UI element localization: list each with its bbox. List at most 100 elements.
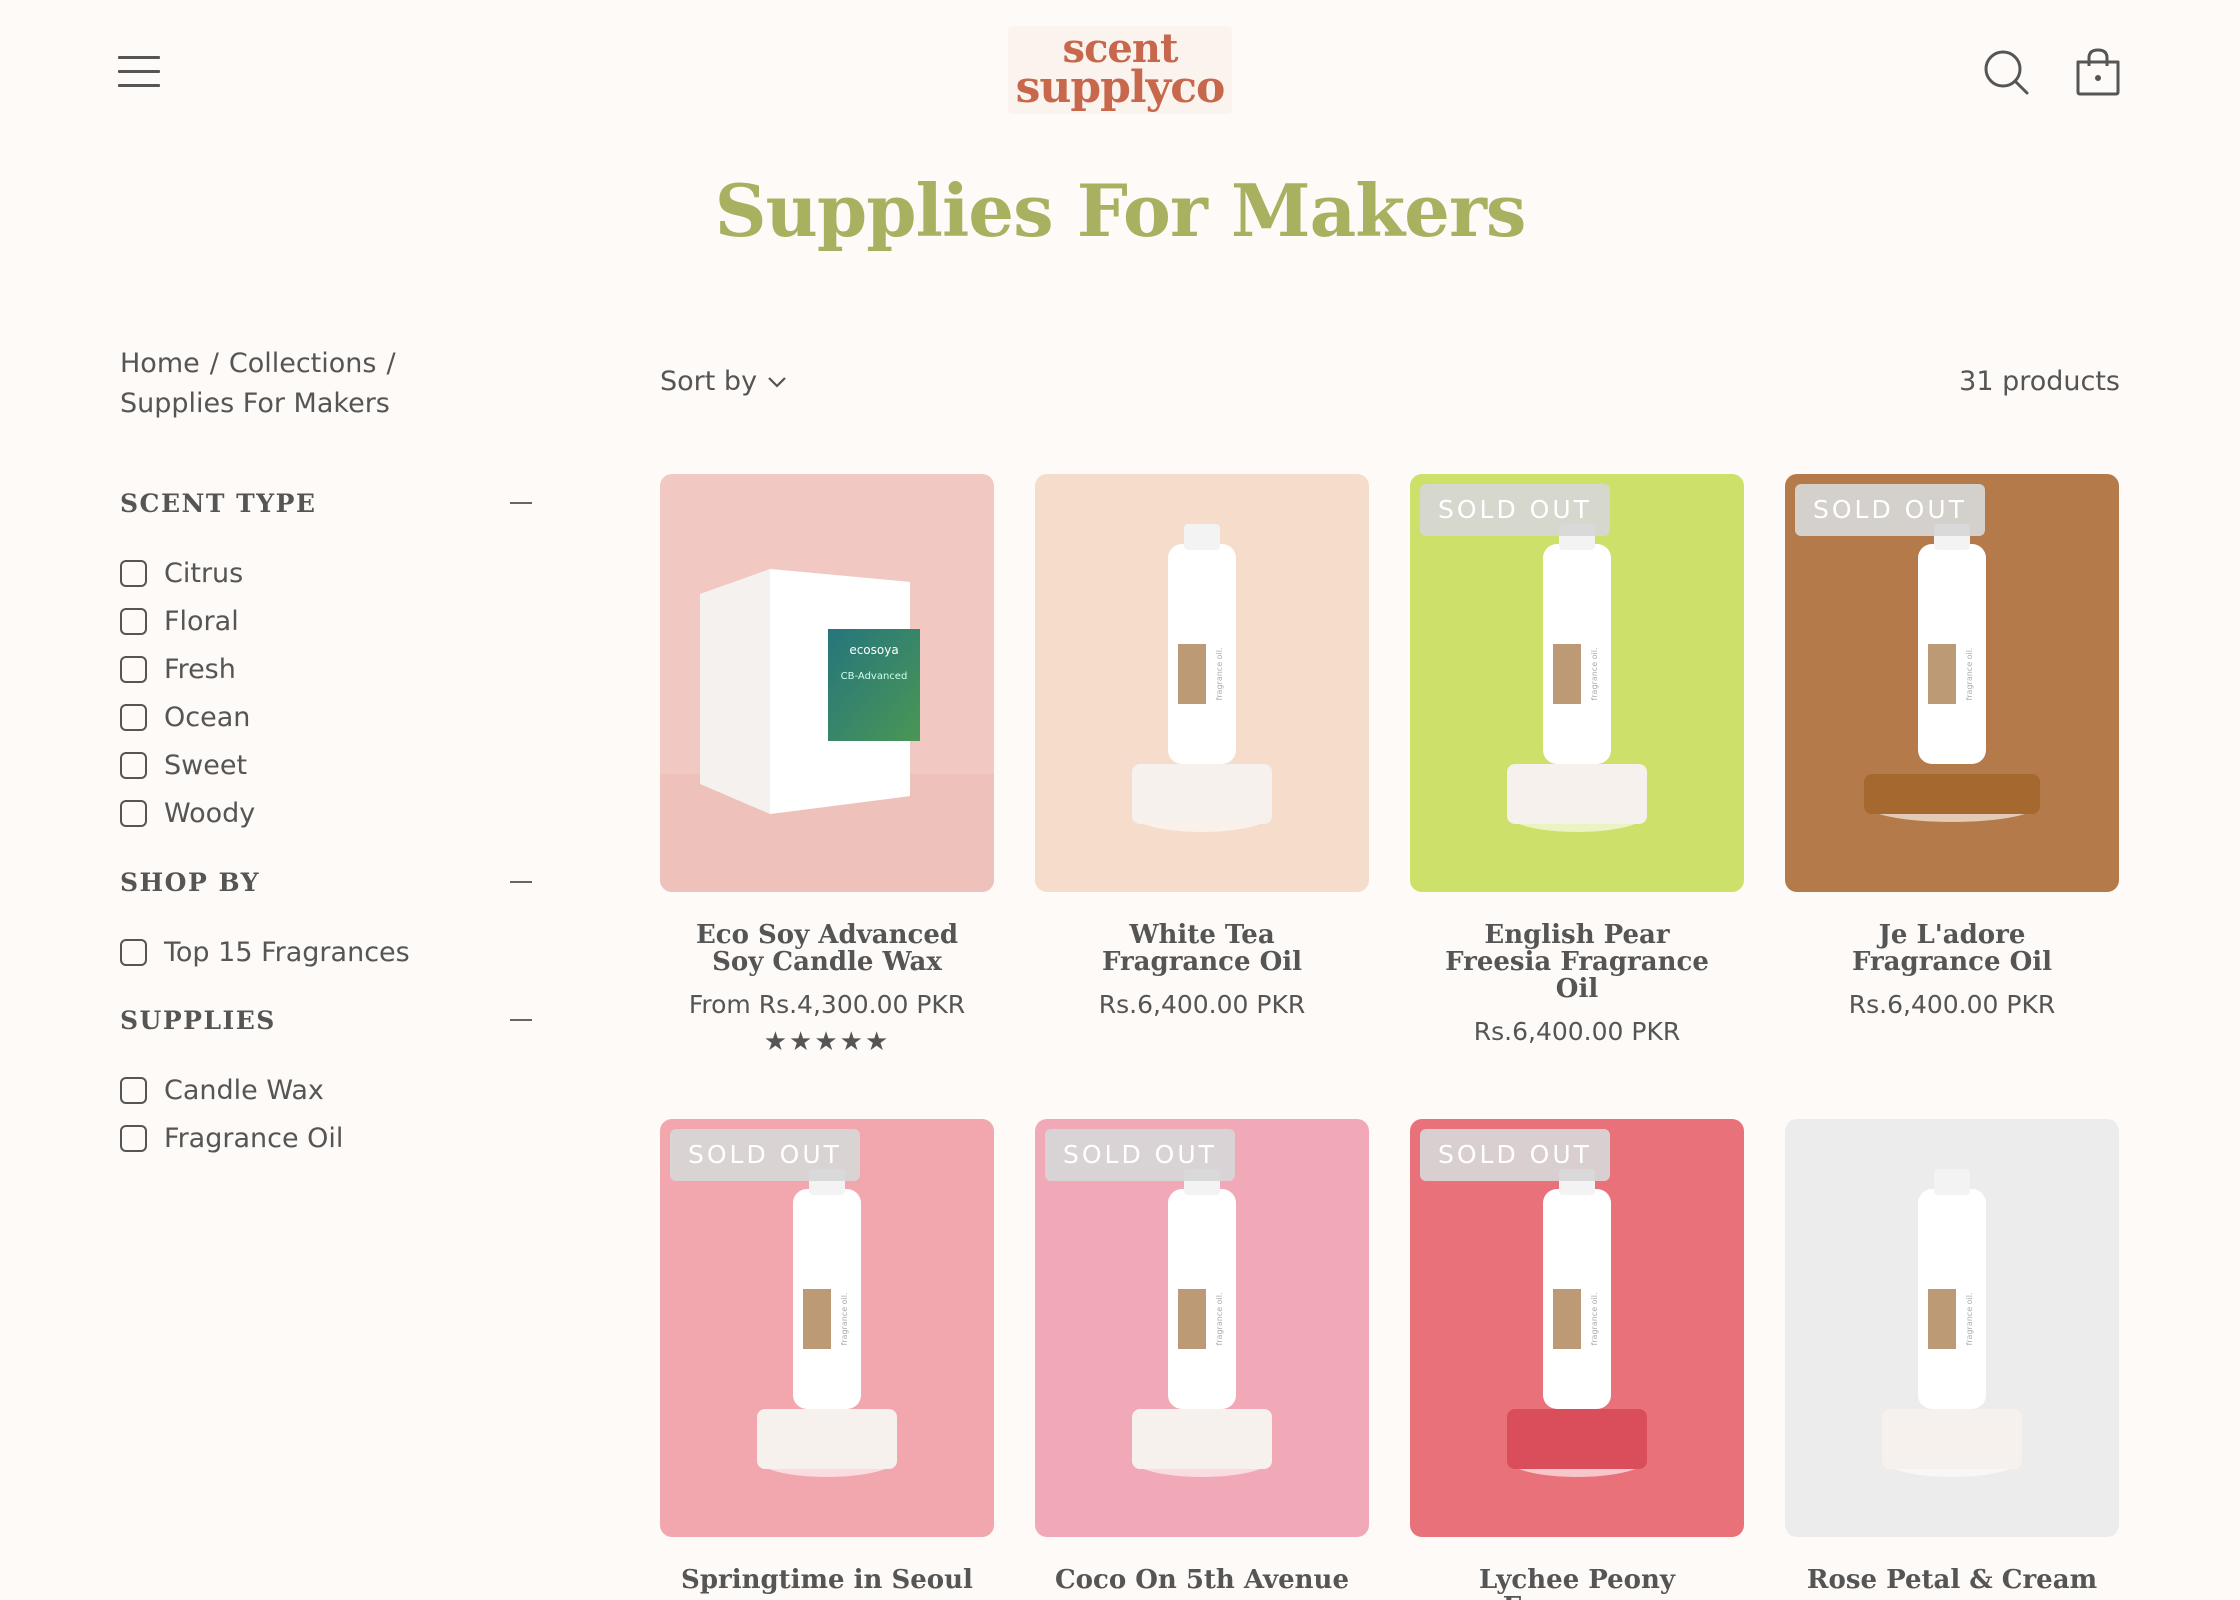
filter-option-fragrance-oil[interactable]: Fragrance Oil <box>120 1114 532 1162</box>
filter-option-candle-wax[interactable]: Candle Wax <box>120 1066 532 1114</box>
product-image-wrap[interactable]: ecosoya CB-Advanced <box>660 474 994 892</box>
checkbox-icon[interactable] <box>120 655 147 683</box>
product-image: fragrance oil. <box>1785 1119 2119 1537</box>
hamburger-menu-icon[interactable] <box>118 54 162 88</box>
chevron-down-icon <box>768 376 786 388</box>
sold-out-badge: SOLD OUT <box>670 1129 860 1181</box>
filter-option-citrus[interactable]: Citrus <box>120 549 532 597</box>
product-price: Rs.6,400.00 PKR <box>1098 990 1306 1019</box>
svg-text:fragrance oil.: fragrance oil. <box>1215 1292 1224 1345</box>
filter-toggle-shop-by[interactable]: SHOP BY <box>120 862 532 902</box>
sold-out-badge: SOLD OUT <box>1045 1129 1235 1181</box>
product-card[interactable]: fragrance oil. SOLD OUT Springtime in Seou… <box>660 1119 994 1594</box>
sold-out-badge: SOLD OUT <box>1420 1129 1610 1181</box>
product-image-wrap[interactable]: fragrance oil. SOLD OUT <box>1035 1119 1369 1537</box>
product-title[interactable]: White Tea Fragrance Oil <box>1035 922 1369 976</box>
product-card[interactable]: ecosoya CB-Advanced Eco Soy Advanced Soy… <box>660 474 994 1057</box>
product-image-wrap[interactable]: fragrance oil. SOLD OUT <box>1785 474 2119 892</box>
checkbox-icon[interactable] <box>120 938 147 966</box>
filter-option-label: Sweet <box>164 749 248 781</box>
sort-by-dropdown[interactable]: Sort by <box>660 366 787 397</box>
svg-text:ecosoya: ecosoya <box>849 643 898 657</box>
shopping-bag-icon[interactable] <box>2072 46 2124 98</box>
product-image-wrap[interactable]: fragrance oil. SOLD OUT <box>660 1119 994 1537</box>
filter-option-label: Fragrance Oil <box>164 1122 344 1154</box>
product-image: fragrance oil. <box>1035 1119 1369 1537</box>
site-logo[interactable]: scent supplyco <box>1008 26 1232 114</box>
product-image: fragrance oil. <box>1410 474 1744 892</box>
star-rating-icon: ★★★★★ <box>763 1027 891 1057</box>
product-title[interactable]: Springtime in Seoul <box>660 1567 994 1594</box>
product-card[interactable]: fragrance oil. SOLD OUT English Pear Frees… <box>1410 474 1744 1046</box>
filter-scent-type: SCENT TYPE Citrus Floral Fresh Ocean Swe… <box>120 483 532 837</box>
product-image-wrap[interactable]: fragrance oil. <box>1035 474 1369 892</box>
site-header: scent supplyco <box>0 0 2240 145</box>
breadcrumb-current: Supplies For Makers <box>120 388 390 419</box>
svg-text:fragrance oil.: fragrance oil. <box>1965 1292 1974 1345</box>
checkbox-icon[interactable] <box>120 1076 147 1104</box>
svg-text:fragrance oil.: fragrance oil. <box>1590 647 1599 700</box>
checkbox-icon[interactable] <box>120 607 147 635</box>
checkbox-icon[interactable] <box>120 559 147 587</box>
filter-option-woody[interactable]: Woody <box>120 789 532 837</box>
checkbox-icon[interactable] <box>120 799 147 827</box>
filter-option-label: Citrus <box>164 557 244 589</box>
filter-option-ocean[interactable]: Ocean <box>120 693 532 741</box>
filter-supplies: SUPPLIES Candle Wax Fragrance Oil <box>120 1000 532 1162</box>
filter-option-label: Floral <box>164 605 239 637</box>
product-card[interactable]: fragrance oil. White Tea Fragrance Oil Rs.… <box>1035 474 1369 1019</box>
filter-toggle-supplies[interactable]: SUPPLIES <box>120 1000 532 1040</box>
filter-option-label: Candle Wax <box>164 1074 324 1106</box>
checkbox-icon[interactable] <box>120 703 147 731</box>
product-image: fragrance oil. <box>660 1119 994 1537</box>
collapse-icon <box>510 1019 532 1021</box>
filter-option-sweet[interactable]: Sweet <box>120 741 532 789</box>
sold-out-badge: SOLD OUT <box>1795 484 1985 536</box>
collapse-icon <box>510 881 532 883</box>
breadcrumb-separator: / <box>209 348 219 379</box>
product-price: From Rs.4,300.00 PKR <box>688 990 966 1019</box>
checkbox-icon[interactable] <box>120 751 147 779</box>
svg-text:fragrance oil.: fragrance oil. <box>1215 647 1224 700</box>
product-image: fragrance oil. <box>1410 1119 1744 1537</box>
product-card[interactable]: fragrance oil. Rose Petal & Cream <box>1785 1119 2119 1594</box>
filter-option-top-15-fragrances[interactable]: Top 15 Fragrances <box>120 928 532 976</box>
product-title[interactable]: Lychee Peony Fragrance <box>1410 1567 1744 1600</box>
filter-option-label: Ocean <box>164 701 251 733</box>
product-image-wrap[interactable]: fragrance oil. <box>1785 1119 2119 1537</box>
breadcrumb-home[interactable]: Home <box>120 348 200 379</box>
collapse-icon <box>510 502 532 504</box>
product-price: Rs.6,400.00 PKR <box>1473 1017 1681 1046</box>
sort-by-label: Sort by <box>660 366 758 397</box>
filter-option-floral[interactable]: Floral <box>120 597 532 645</box>
svg-text:fragrance oil.: fragrance oil. <box>1965 647 1974 700</box>
filter-option-fresh[interactable]: Fresh <box>120 645 532 693</box>
product-image: fragrance oil. <box>1785 474 2119 892</box>
product-title[interactable]: English Pear Freesia Fragrance Oil <box>1410 922 1744 1003</box>
filter-toggle-scent-type[interactable]: SCENT TYPE <box>120 483 532 523</box>
page-title: Supplies For Makers <box>714 168 1527 253</box>
search-icon[interactable] <box>1980 46 2032 98</box>
filter-options: Citrus Floral Fresh Ocean Sweet Woody <box>120 549 532 837</box>
product-image-wrap[interactable]: fragrance oil. SOLD OUT <box>1410 1119 1744 1537</box>
svg-text:fragrance oil.: fragrance oil. <box>1590 1292 1599 1345</box>
filter-options: Top 15 Fragrances <box>120 928 532 976</box>
breadcrumb-collections[interactable]: Collections <box>229 348 377 379</box>
filter-title: SHOP BY <box>120 867 260 897</box>
product-title[interactable]: Eco Soy Advanced Soy Candle Wax <box>660 922 994 976</box>
product-image: fragrance oil. <box>1035 474 1369 892</box>
product-image: ecosoya CB-Advanced <box>660 474 994 892</box>
product-card[interactable]: fragrance oil. SOLD OUT Lychee Peony Fragr… <box>1410 1119 1744 1600</box>
logo-line-2: supplyco <box>1015 62 1226 114</box>
checkbox-icon[interactable] <box>120 1124 147 1152</box>
filter-title: SCENT TYPE <box>120 488 317 518</box>
product-title[interactable]: Coco On 5th Avenue <box>1035 1567 1369 1594</box>
product-title[interactable]: Je L'adore Fragrance Oil <box>1785 922 2119 976</box>
product-card[interactable]: fragrance oil. SOLD OUT Je L'adore Fragran… <box>1785 474 2119 1019</box>
sold-out-badge: SOLD OUT <box>1420 484 1610 536</box>
product-count: 31 products <box>1959 366 2120 397</box>
filter-shop-by: SHOP BY Top 15 Fragrances <box>120 862 532 976</box>
product-title[interactable]: Rose Petal & Cream <box>1785 1567 2119 1594</box>
product-image-wrap[interactable]: fragrance oil. SOLD OUT <box>1410 474 1744 892</box>
product-card[interactable]: fragrance oil. SOLD OUT Coco On 5th Avenue <box>1035 1119 1369 1594</box>
